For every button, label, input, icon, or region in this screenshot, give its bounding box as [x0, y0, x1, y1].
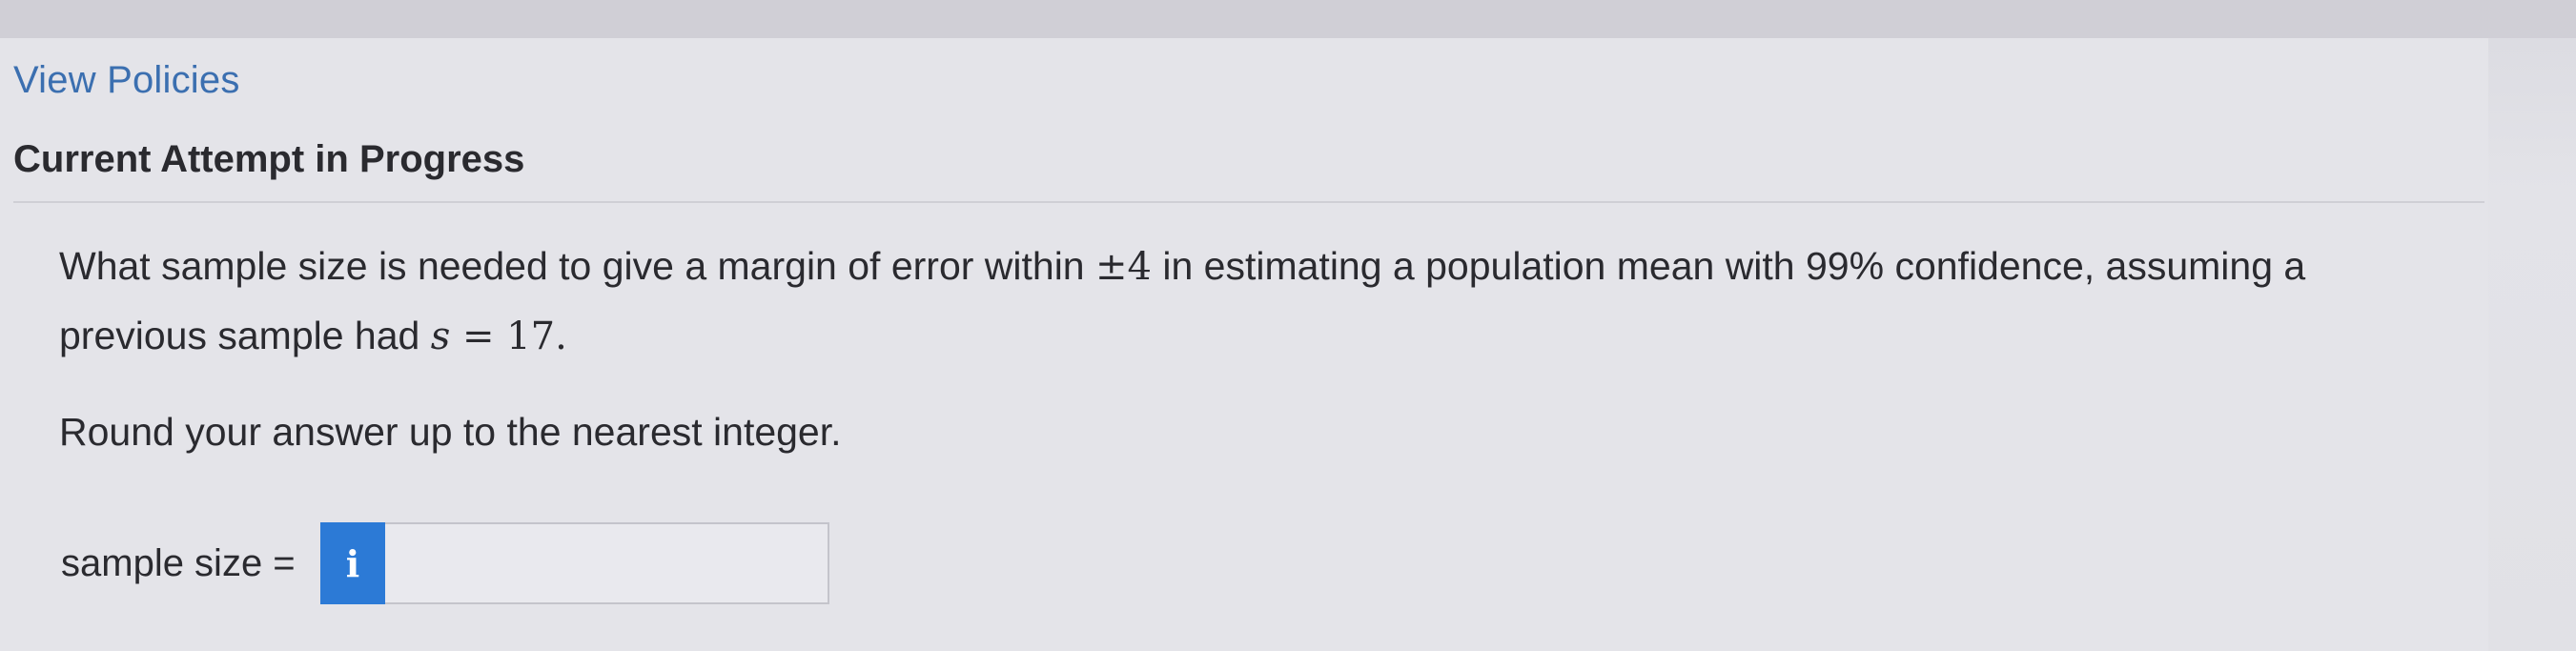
s-variable: s — [430, 315, 451, 358]
question-text-part1: What sample size is needed to give a mar… — [59, 244, 1096, 288]
attempt-status-heading: Current Attempt in Progress — [13, 138, 525, 180]
top-strip — [0, 0, 2576, 38]
view-policies-link[interactable]: View Policies — [13, 59, 240, 102]
divider — [13, 201, 2484, 203]
sample-size-input[interactable] — [385, 522, 829, 604]
sample-size-label: sample size = — [61, 542, 296, 584]
info-icon-button[interactable]: i — [320, 522, 385, 604]
info-icon: i — [345, 541, 360, 585]
rounding-instruction: Round your answer up to the nearest inte… — [59, 410, 842, 454]
question-text: What sample size is needed to give a mar… — [59, 232, 2404, 371]
plus-minus-value: ±4 — [1095, 245, 1152, 289]
s-equals-value: = 17. — [450, 315, 567, 358]
